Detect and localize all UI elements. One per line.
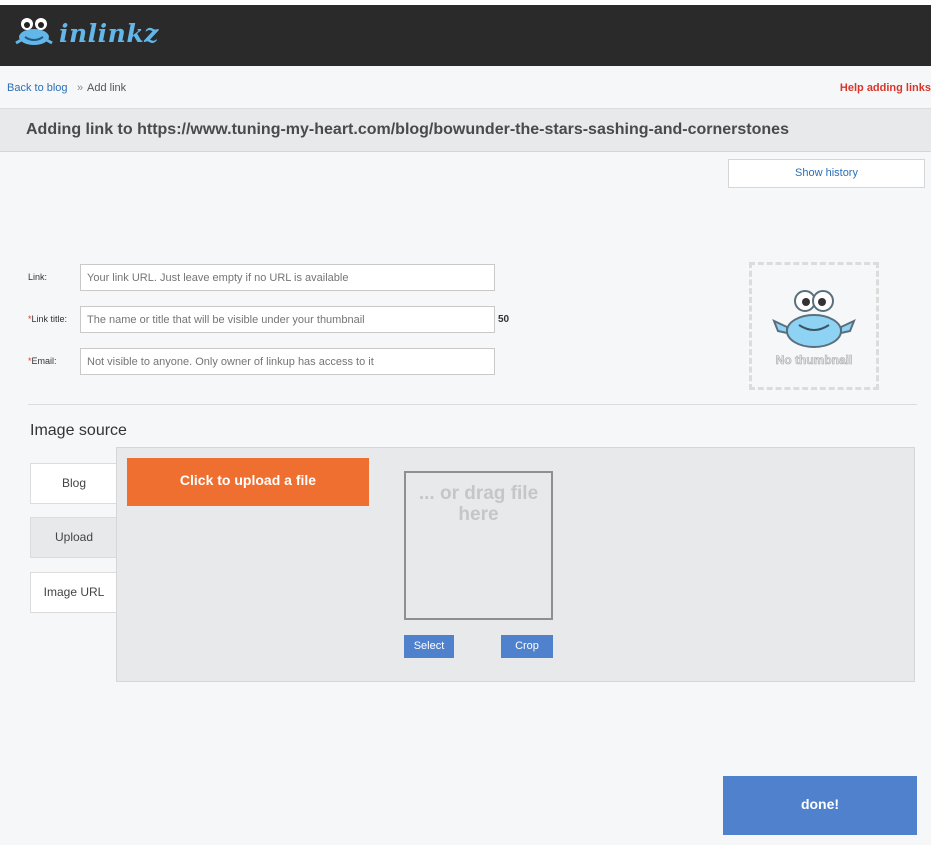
- help-link[interactable]: Help adding links: [840, 82, 931, 94]
- logo-text: inlinkz: [59, 18, 159, 48]
- image-source-title: Image source: [30, 422, 127, 439]
- email-label-text: Email:: [31, 356, 57, 366]
- page: inlinkz Back to blog » Add link Help add…: [0, 0, 931, 845]
- link-label-text: Link:: [28, 272, 48, 282]
- breadcrumb: Back to blog » Add link Help adding link…: [0, 66, 931, 109]
- drop-zone-text: ... or drag file here: [418, 483, 539, 525]
- email-label: *Email:: [28, 356, 57, 366]
- show-history-button[interactable]: Show history: [728, 159, 925, 188]
- title-bar: Adding link to https://www.tuning-my-hea…: [0, 109, 931, 152]
- tab-image-url[interactable]: Image URL: [30, 572, 118, 613]
- page-title: Adding link to https://www.tuning-my-hea…: [26, 121, 789, 138]
- breadcrumb-current: Add link: [87, 82, 127, 94]
- link-label: Link:: [28, 272, 47, 282]
- link-input[interactable]: [80, 264, 495, 291]
- upload-file-button[interactable]: Click to upload a file: [127, 458, 369, 506]
- breadcrumb-separator: »: [77, 82, 84, 94]
- frog-logo-icon: [12, 15, 56, 52]
- no-thumbnail-text: No thumbnail: [775, 353, 853, 368]
- logo[interactable]: inlinkz: [12, 13, 159, 53]
- top-header: inlinkz: [0, 0, 931, 66]
- tab-blog[interactable]: Blog: [30, 463, 118, 504]
- drop-zone[interactable]: ... or drag file here: [404, 471, 553, 620]
- crop-button[interactable]: Crop: [501, 635, 553, 658]
- email-input[interactable]: [80, 348, 495, 375]
- thumbnail-preview: No thumbnail: [749, 262, 879, 390]
- link-title-input[interactable]: [80, 306, 495, 333]
- title-char-counter: 50: [498, 314, 510, 325]
- back-to-blog-link[interactable]: Back to blog: [7, 82, 68, 94]
- select-button[interactable]: Select: [404, 635, 454, 658]
- done-button[interactable]: done!: [723, 776, 917, 835]
- frog-icon: [769, 287, 859, 356]
- link-title-label: *Link title:: [28, 314, 67, 324]
- divider: [28, 404, 917, 405]
- tab-upload[interactable]: Upload: [30, 517, 118, 558]
- link-title-label-text: Link title:: [31, 314, 68, 324]
